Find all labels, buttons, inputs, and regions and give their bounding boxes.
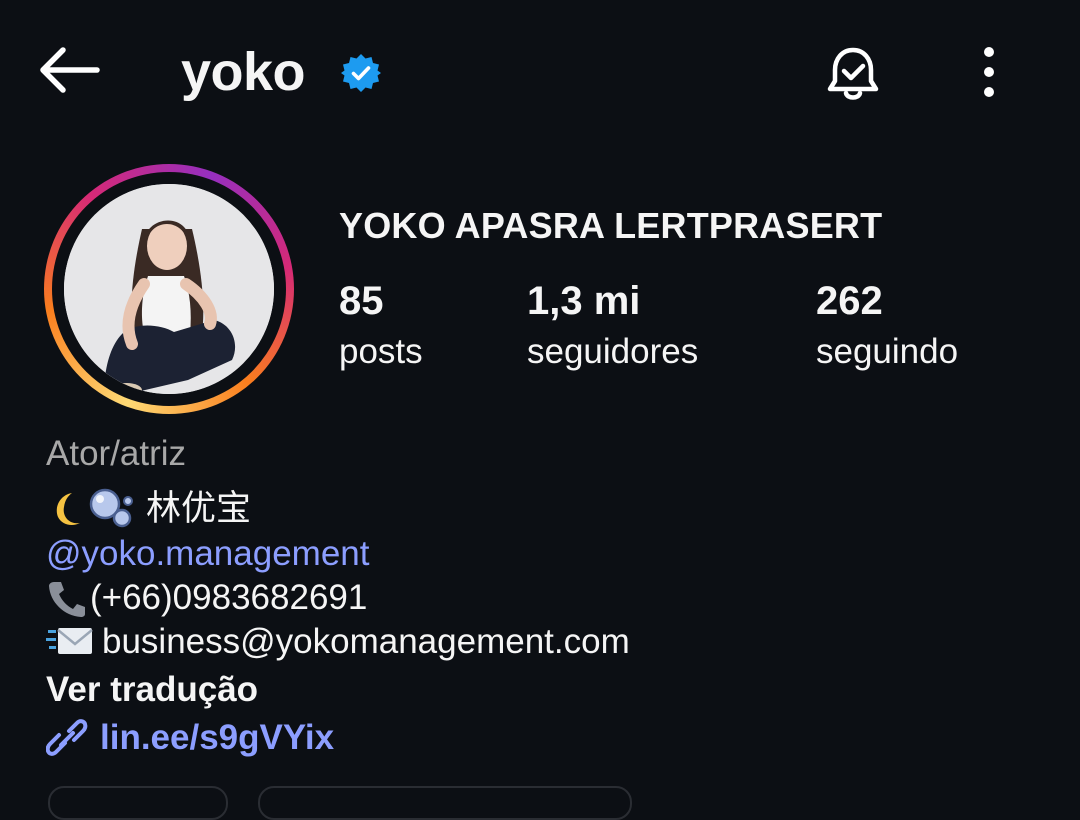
phone-number: (+66)0983682691	[90, 578, 368, 617]
posts-count-stat[interactable]: 85 posts	[339, 276, 423, 378]
avatar-photo	[64, 184, 274, 394]
posts-count-value: 85	[339, 279, 384, 323]
profile-category: Ator/atriz	[46, 434, 187, 473]
verified-badge-icon	[341, 54, 381, 92]
link-icon	[46, 719, 88, 756]
avatar	[64, 184, 274, 394]
see-translation-button[interactable]: Ver tradução	[46, 668, 258, 712]
followers-count-label: seguidores	[527, 332, 699, 371]
top-bar: yoko	[0, 0, 1080, 140]
following-count-value: 262	[816, 279, 883, 323]
external-link-text: lin.ee/s9gVYix	[100, 718, 335, 757]
crescent-moon-icon	[56, 493, 80, 525]
followers-count-stat[interactable]: 1,3 mi seguidores	[527, 276, 698, 378]
incoming-envelope-icon	[46, 628, 93, 654]
action-button-partial[interactable]	[48, 786, 228, 820]
more-options-button[interactable]	[964, 40, 1014, 104]
telephone-receiver-icon	[49, 582, 85, 617]
following-count-stat[interactable]: 262 seguindo	[816, 276, 958, 378]
bio-line: 林优宝	[46, 487, 251, 531]
threads-handle: yoko.management	[81, 534, 370, 573]
threads-icon: @	[46, 534, 82, 573]
profile-avatar-story-ring[interactable]	[44, 164, 294, 414]
email-line: business@yokomanagement.com	[46, 620, 630, 664]
profile-username: yoko	[181, 42, 306, 102]
email-address: business@yokomanagement.com	[102, 622, 630, 661]
action-button-partial[interactable]	[258, 786, 632, 820]
threads-profile-link[interactable]: @yoko.management	[46, 532, 369, 576]
back-arrow-icon	[40, 47, 100, 93]
avatar-ring-gap	[52, 172, 286, 406]
notifications-button[interactable]	[816, 38, 890, 112]
phone-line: (+66)0983682691	[46, 576, 367, 620]
back-button[interactable]	[30, 40, 106, 100]
bell-check-icon	[827, 47, 879, 100]
bubbles-icon	[89, 488, 133, 528]
posts-count-label: posts	[339, 332, 423, 371]
more-vertical-icon	[984, 47, 994, 97]
following-count-label: seguindo	[816, 332, 959, 371]
bio-chinese-name: 林优宝	[146, 489, 252, 528]
followers-count-value: 1,3 mi	[527, 279, 641, 323]
profile-full-name: YOKO APASRA LERTPRASERT	[339, 205, 883, 246]
external-link[interactable]: lin.ee/s9gVYix	[46, 716, 334, 760]
